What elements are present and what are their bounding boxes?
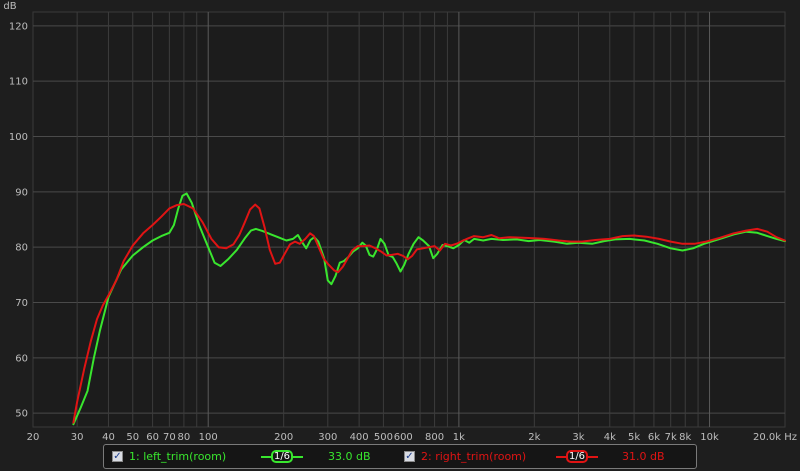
- checkbox-right[interactable]: ✓: [404, 451, 415, 462]
- legend-label-right: 2: right_trim(room): [421, 450, 527, 463]
- check-icon: ✓: [113, 450, 122, 462]
- x-tick-label: 20: [27, 432, 40, 443]
- y-tick-label: 100: [9, 132, 28, 143]
- x-tick-label: 3k: [572, 432, 584, 443]
- line-swatch-right-end: [588, 455, 598, 458]
- smoothing-control-right[interactable]: 1/6: [556, 449, 598, 464]
- y-tick-label: 80: [15, 243, 28, 254]
- x-tick-label: 60: [146, 432, 159, 443]
- smoothing-badge-left[interactable]: 1/6: [271, 450, 293, 463]
- x-tick-label: 8k: [679, 432, 691, 443]
- x-tick-label: 4k: [604, 432, 616, 443]
- y-tick-label: 90: [15, 187, 28, 198]
- x-tick-label: 7k: [665, 432, 677, 443]
- y-tick-label: 50: [15, 409, 28, 420]
- x-tick-label: 100: [199, 432, 218, 443]
- x-tick-label: 400: [350, 432, 369, 443]
- legend-item-right[interactable]: ✓ 2: right_trim(room): [404, 445, 526, 468]
- x-tick-label: 500: [374, 432, 393, 443]
- frequency-response-chart[interactable]: 5060708090100110120 20 30 40 50 60 70 80 100 200…: [0, 0, 800, 471]
- smoothing-badge-right[interactable]: 1/6: [566, 450, 588, 463]
- x-tick-label: 20.0k Hz: [753, 432, 797, 443]
- x-tick-label: 40: [102, 432, 115, 443]
- x-tick-label: 70: [163, 432, 176, 443]
- legend: ✓ 1: left_trim(room) 1/6 33.0 dB ✓ 2: ri…: [103, 444, 697, 469]
- y-tick-label: 60: [15, 353, 28, 364]
- line-swatch-left: [261, 455, 271, 458]
- legend-label-left: 1: left_trim(room): [129, 450, 227, 463]
- x-tick-label: 10k: [700, 432, 719, 443]
- x-tick-label: 600: [394, 432, 413, 443]
- plot-area[interactable]: [32, 11, 786, 428]
- legend-item-left[interactable]: ✓ 1: left_trim(room): [112, 445, 226, 468]
- line-swatch-left-end: [293, 455, 303, 458]
- smoothing-control-left[interactable]: 1/6: [261, 449, 303, 464]
- line-swatch-right: [556, 455, 566, 458]
- y-tick-label: 120: [9, 21, 28, 32]
- x-tick-label: 200: [274, 432, 293, 443]
- checkbox-left[interactable]: ✓: [112, 451, 123, 462]
- y-tick-label: 110: [9, 77, 28, 88]
- level-left: 33.0 dB: [328, 450, 371, 463]
- x-tick-label: 800: [425, 432, 444, 443]
- x-tick-label: 50: [126, 432, 139, 443]
- x-tick-label: 6k: [648, 432, 660, 443]
- level-right: 31.0 dB: [622, 450, 665, 463]
- y-axis-label: dB: [3, 1, 16, 12]
- x-tick-label: 300: [318, 432, 337, 443]
- y-axis-ticks: 50 60 70 80 90 100 110 120: [9, 21, 28, 419]
- x-tick-label: 1k: [453, 432, 465, 443]
- x-tick-label: 5k: [628, 432, 640, 443]
- x-tick-label: 30: [71, 432, 84, 443]
- x-tick-label: 2k: [528, 432, 540, 443]
- x-tick-label: 80: [178, 432, 191, 443]
- x-axis-ticks: 20 30 40 50 60 70 80 100 200 300 400 500 600 800 1k 2k 3…: [27, 432, 797, 443]
- y-tick-label: 70: [15, 298, 28, 309]
- check-icon: ✓: [405, 450, 414, 462]
